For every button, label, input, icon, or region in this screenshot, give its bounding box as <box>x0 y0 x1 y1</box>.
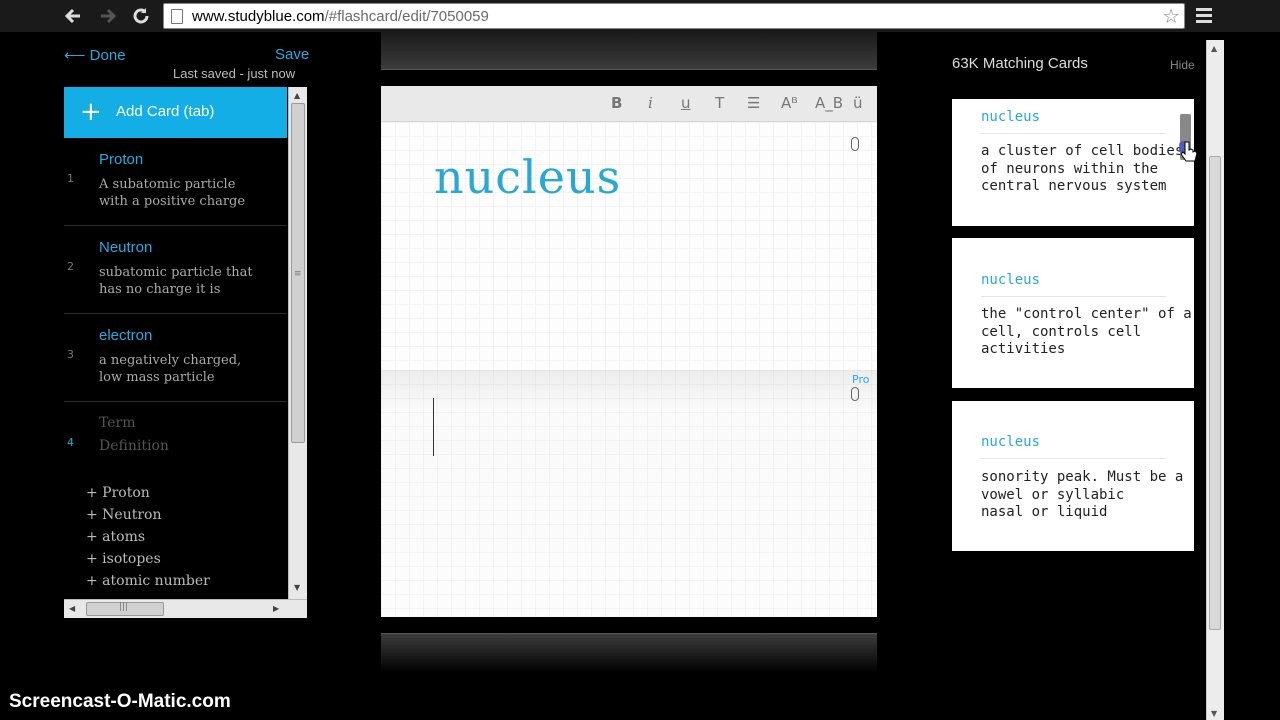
menu-icon[interactable] <box>1196 8 1212 24</box>
paperclip-icon[interactable] <box>851 387 859 401</box>
format-toolbar: B i u T ☰ Aᴮ A_B ü <box>381 86 877 122</box>
arrow-left-icon <box>64 8 80 24</box>
scroll-right-arrow[interactable]: ▶ <box>273 604 279 613</box>
card-definition: A subatomic particle with a positive cha… <box>99 177 246 209</box>
page-scrollbar[interactable]: ▲ ▼ <box>1206 40 1224 720</box>
matching-card-definition: the "control center" of a cell, controls… <box>981 306 1192 357</box>
address-bar[interactable]: www.studyblue.com/#flashcard/edit/705005… <box>163 3 1185 29</box>
reload-button[interactable] <box>128 4 154 28</box>
definition-field[interactable]: Pro <box>381 370 877 617</box>
scroll-left-arrow[interactable]: ◀ <box>69 604 75 613</box>
card-definition-placeholder: Definition <box>99 438 169 454</box>
arrow-right-icon <box>101 8 117 24</box>
underline-button[interactable]: u <box>681 94 691 112</box>
scroll-down-arrow[interactable]: ▼ <box>294 583 300 592</box>
card-term: Proton <box>99 151 144 168</box>
subscript-button[interactable]: A_B <box>815 94 843 112</box>
card-number: 4 <box>67 436 74 449</box>
scroll-down-arrow[interactable]: ▼ <box>1211 709 1217 718</box>
done-button[interactable]: ⟵ Done <box>64 46 126 64</box>
page-icon <box>171 9 183 24</box>
suggestion-item[interactable]: + Neutron <box>86 507 286 523</box>
italic-button[interactable]: i <box>648 94 653 112</box>
list-icon[interactable]: ☰ <box>747 94 760 112</box>
text-size-button[interactable]: T <box>715 94 724 112</box>
paperclip-icon[interactable] <box>851 137 859 151</box>
grip-icon: ≡ <box>294 269 302 279</box>
matching-card-term: nucleus <box>981 434 1041 450</box>
divider <box>981 458 1166 459</box>
page-scrollbar-thumb[interactable] <box>1209 156 1221 630</box>
suggestion-item[interactable]: + atomic number <box>86 573 286 589</box>
matching-card[interactable]: nucleus the "control center" of a cell, … <box>952 238 1194 388</box>
definition-grid <box>381 370 877 617</box>
divider <box>981 133 1166 134</box>
bottom-divider-band <box>381 633 877 673</box>
card-number: 1 <box>67 172 74 185</box>
card-definition: subatomic particle that has no charge it… <box>99 265 253 297</box>
card-term: Neutron <box>99 239 153 256</box>
card-term: electron <box>99 327 153 344</box>
card-number: 2 <box>67 260 74 273</box>
card-row-active[interactable]: 4 Term Definition <box>64 402 287 490</box>
matching-card-term: nucleus <box>981 272 1041 288</box>
matching-card-term: nucleus <box>981 109 1041 125</box>
suggestion-item[interactable]: + atoms <box>86 529 286 545</box>
last-saved-status: Last saved - just now <box>173 66 296 81</box>
browser-toolbar: www.studyblue.com/#flashcard/edit/705005… <box>0 0 1280 32</box>
save-button[interactable]: Save <box>275 46 309 63</box>
plus-icon: + <box>80 97 102 127</box>
grip-icon: ||| <box>119 602 129 612</box>
hand-cursor-icon <box>1179 141 1198 162</box>
top-divider-band <box>381 32 877 70</box>
matching-cards-title: 63K Matching Cards <box>952 55 1088 72</box>
scroll-up-arrow[interactable]: ▲ <box>1211 44 1217 53</box>
add-card-button[interactable]: + Add Card (tab) <box>64 87 287 138</box>
superscript-button[interactable]: Aᴮ <box>781 94 798 112</box>
card-list-vertical-scrollbar[interactable]: ▲ ≡ ▼ <box>288 87 307 599</box>
forward-button[interactable] <box>95 4 121 28</box>
card-row[interactable]: 3 electron a negatively charged, low mas… <box>64 314 287 402</box>
star-icon[interactable]: ☆ <box>1162 4 1180 28</box>
reload-icon <box>133 8 149 24</box>
card-list-horizontal-scrollbar[interactable]: ◀ ||| ▶ <box>64 599 307 618</box>
special-characters-button[interactable]: ü <box>853 94 863 112</box>
card-number: 3 <box>67 348 74 361</box>
scroll-up-arrow[interactable]: ▲ <box>294 91 300 100</box>
card-definition: a negatively charged, low mass particle <box>99 353 242 385</box>
term-field[interactable]: nucleus <box>381 122 877 370</box>
matching-card-definition: a cluster of cell bodies of neurons with… <box>981 143 1184 194</box>
watermark: Screencast-O-Matic.com <box>9 691 231 712</box>
matching-card[interactable]: nucleus a cluster of cell bodies of neur… <box>952 99 1194 226</box>
matching-card[interactable]: nucleus sonority peak. Must be a vowel o… <box>952 401 1194 551</box>
hide-button[interactable]: Hide <box>1170 58 1195 72</box>
term-text: nucleus <box>434 150 622 204</box>
text-cursor <box>433 398 434 456</box>
add-card-label: Add Card (tab) <box>116 103 215 120</box>
suggestion-item[interactable]: + isotopes <box>86 551 286 567</box>
bold-button[interactable]: B <box>611 94 622 112</box>
divider <box>981 296 1166 297</box>
card-row[interactable]: 2 Neutron subatomic particle that has no… <box>64 226 287 314</box>
card-list: + Add Card (tab) 1 Proton A subatomic pa… <box>64 87 307 618</box>
matching-card-definition: sonority peak. Must be a vowel or syllab… <box>981 469 1184 520</box>
card-term-placeholder: Term <box>99 415 136 431</box>
pro-label[interactable]: Pro <box>852 373 869 386</box>
suggestion-item[interactable]: + Proton <box>86 485 286 501</box>
card-row[interactable]: 1 Proton A subatomic particle with a pos… <box>64 138 287 226</box>
back-button[interactable] <box>60 4 86 28</box>
card-editor: B i u T ☰ Aᴮ A_B ü nucleus Pro <box>381 86 877 617</box>
url-text[interactable]: www.studyblue.com/#flashcard/edit/705005… <box>192 8 489 25</box>
